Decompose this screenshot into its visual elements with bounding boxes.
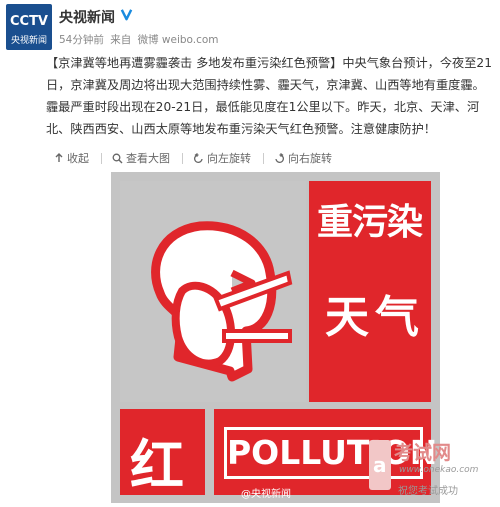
mask-panel <box>120 181 306 402</box>
watermark-url: www.onekao.com <box>399 465 479 475</box>
rotate-left-label: 向左旋转 <box>207 152 251 165</box>
post-time[interactable]: 54分钟前 <box>59 34 104 46</box>
magnifier-icon <box>112 153 123 163</box>
view-large-button[interactable]: 查看大图 <box>112 150 170 166</box>
toolbar-divider <box>263 152 264 164</box>
collapse-button[interactable]: 收起 <box>54 150 89 166</box>
watermark-site-name: 考试网 <box>394 442 452 464</box>
rotate-right-button[interactable]: 向右旋转 <box>274 150 332 166</box>
toolbar-divider <box>101 152 102 164</box>
rotate-right-label: 向右旋转 <box>288 152 332 165</box>
weather-text: 天气 <box>325 292 425 343</box>
post-meta: 54分钟前 来自 微博 weibo.com <box>59 32 222 47</box>
heavy-pollution-weather-box: 重污染 天气 <box>309 181 431 402</box>
collapse-label: 收起 <box>67 152 89 165</box>
rotate-right-icon <box>275 152 285 163</box>
cctv-logo-text: CCTV <box>9 14 48 29</box>
red-level-box: 红 <box>120 409 205 497</box>
rotate-left-icon <box>193 152 203 163</box>
collapse-icon <box>55 153 63 162</box>
image-toolbar: 收起 查看大图 向左旋转 向右旋转 <box>54 149 344 167</box>
face-mask-icon <box>151 221 293 382</box>
avatar-channel-name: 央视新闻 <box>10 36 47 46</box>
image-watermark: @央视新闻 <box>241 489 291 500</box>
source-prefix: 来自 <box>110 34 132 46</box>
post-body-text: 【京津冀等地再遭雾霾袭击 多地发布重污染红色预警】中央气象台预计，今夜至21日，… <box>46 56 492 136</box>
view-large-label: 查看大图 <box>126 152 170 165</box>
post-header: CCTV 央视新闻 央视新闻 54分钟前 来自 微博 weibo.com <box>6 4 494 54</box>
svg-text:a: a <box>373 453 387 477</box>
heavy-pollution-text: 重污染 <box>317 202 423 243</box>
verified-badge-icon <box>120 9 133 21</box>
post-source[interactable]: 微博 weibo.com <box>138 34 219 46</box>
username-link[interactable]: 央视新闻 <box>59 7 115 27</box>
watermark-slogan: 祝您考试成功 <box>398 486 458 497</box>
rotate-left-button[interactable]: 向左旋转 <box>193 150 251 166</box>
toolbar-divider <box>182 152 183 164</box>
avatar[interactable]: CCTV 央视新闻 <box>6 4 52 50</box>
red-level-char: 红 <box>130 434 184 497</box>
